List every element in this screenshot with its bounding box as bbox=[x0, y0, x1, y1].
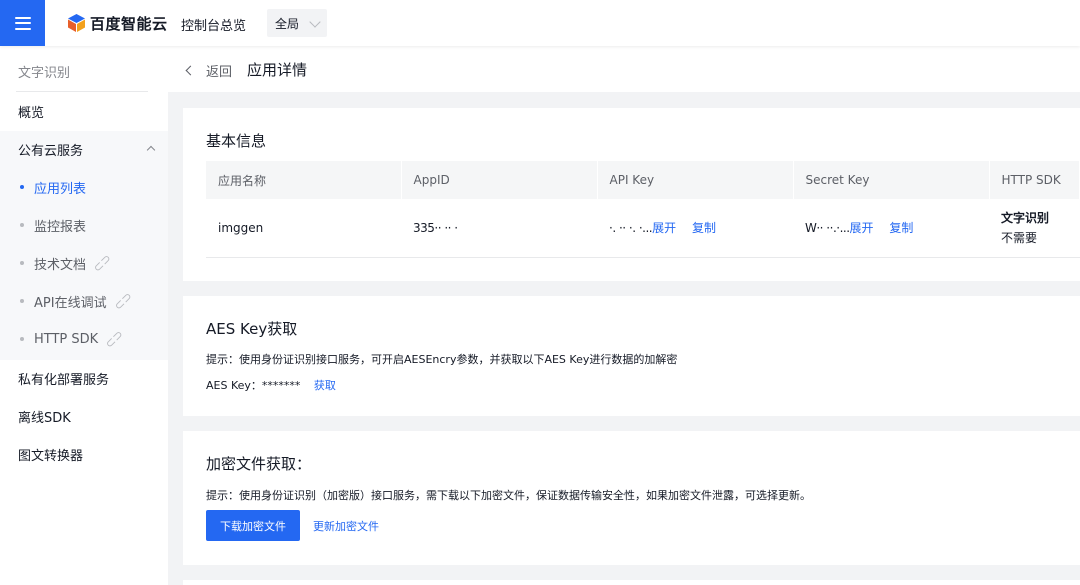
http-sdk-cell: 文字识别 不需要 bbox=[989, 199, 1080, 258]
aes-key-row: AES Key：******* 获取 bbox=[206, 377, 336, 393]
sdk-service-name: 文字识别 bbox=[1001, 211, 1050, 226]
column-header: API Key bbox=[597, 161, 794, 199]
back-label: 返回 bbox=[206, 65, 233, 80]
sidebar-item-label: 公有云服务 bbox=[18, 143, 84, 159]
encrypt-file-hint: 提示：使用身份证识别（加密版）接口服务，需下载以下加密文件，保证数据传输安全性，… bbox=[206, 489, 811, 502]
bullet-icon bbox=[20, 185, 24, 189]
sidebar-item-offline-sdk[interactable]: 离线SDK bbox=[0, 397, 168, 435]
bullet-icon bbox=[20, 337, 24, 341]
secretkey-copy-link[interactable]: 复制 bbox=[889, 221, 913, 235]
aes-key-value: AES Key：******* bbox=[206, 379, 301, 392]
sidebar-item-label: HTTP SDK bbox=[34, 331, 99, 347]
table-header-row: 应用名称 AppID API Key Secret Key HTTP SDK bbox=[206, 161, 1080, 199]
page-header: 返回 应用详情 bbox=[168, 46, 1080, 92]
page-title: 应用详情 bbox=[247, 61, 308, 79]
sidebar-item-label: 图文转换器 bbox=[18, 448, 84, 464]
sdk-requirement: 不需要 bbox=[1001, 231, 1038, 246]
app-table: 应用名称 AppID API Key Secret Key HTTP SDK i… bbox=[206, 161, 1080, 258]
download-encrypt-file-button[interactable]: 下载加密文件 bbox=[206, 510, 300, 541]
aes-key-get-link[interactable]: 获取 bbox=[314, 379, 336, 392]
aes-key-hint: 提示：使用身份证识别接口服务，可开启AESEncry参数，并获取以下AES Ke… bbox=[206, 353, 678, 366]
secretkey-cell: W·· ··.·...展开 复制 bbox=[793, 199, 989, 258]
sidebar-item-overview[interactable]: 概览 bbox=[0, 92, 168, 130]
sidebar-item-label: 监控报表 bbox=[34, 219, 87, 235]
aes-key-card: AES Key获取 提示：使用身份证识别接口服务，可开启AESEncry参数，并… bbox=[183, 296, 1080, 416]
sidebar-item-private-deploy[interactable]: 私有化部署服务 bbox=[0, 359, 168, 397]
sidebar-item-label: 应用列表 bbox=[34, 181, 87, 197]
region-value: 全局 bbox=[275, 16, 300, 31]
external-link-icon: ⊂⊃ bbox=[110, 288, 135, 314]
sidebar-item-api-debug[interactable]: API在线调试 ⊂⊃ bbox=[0, 282, 168, 320]
sidebar-item-public-cloud[interactable]: 公有云服务 bbox=[0, 130, 168, 168]
apikey-copy-link[interactable]: 复制 bbox=[692, 221, 716, 235]
encrypt-file-title: 加密文件获取： bbox=[206, 455, 312, 473]
chevron-up-icon bbox=[146, 145, 156, 155]
menu-button[interactable] bbox=[0, 0, 45, 46]
sidebar-item-label: 技术文档 bbox=[34, 257, 87, 273]
brand-logo[interactable]: 百度智能云 bbox=[68, 13, 168, 33]
secretkey-expand-link[interactable]: 展开 bbox=[850, 221, 874, 235]
back-button[interactable]: 返回 bbox=[184, 61, 232, 80]
sidebar-item-image-text-converter[interactable]: 图文转换器 bbox=[0, 435, 168, 473]
column-header: AppID bbox=[401, 161, 598, 199]
column-header: Secret Key bbox=[793, 161, 990, 199]
chevron-left-icon bbox=[185, 65, 196, 76]
column-header: HTTP SDK bbox=[989, 161, 1080, 199]
external-link-icon: ⊂⊃ bbox=[102, 326, 127, 352]
column-header: 应用名称 bbox=[206, 161, 402, 199]
bullet-icon bbox=[20, 223, 24, 227]
sidebar-item-label: API在线调试 bbox=[34, 295, 107, 311]
apikey-cell: ·. ·· ·. ·...展开 复制 bbox=[597, 199, 793, 258]
sidebar-item-app-list[interactable]: 应用列表 bbox=[0, 168, 168, 206]
sidebar-item-monitoring[interactable]: 监控报表 bbox=[0, 206, 168, 244]
apikey-value: ·. ·· ·. ·... bbox=[609, 221, 653, 236]
update-encrypt-file-link[interactable]: 更新加密文件 bbox=[313, 518, 379, 534]
brand-name: 百度智能云 bbox=[90, 14, 168, 33]
next-card-edge bbox=[183, 580, 1080, 585]
apikey-expand-link[interactable]: 展开 bbox=[652, 221, 676, 235]
encrypt-file-card: 加密文件获取： 提示：使用身份证识别（加密版）接口服务，需下载以下加密文件，保证… bbox=[183, 431, 1080, 565]
chevron-down-icon bbox=[309, 16, 321, 28]
baidu-cloud-logo-icon bbox=[68, 14, 85, 32]
sidebar-item-tech-docs[interactable]: 技术文档 ⊂⊃ bbox=[0, 244, 168, 282]
external-link-icon: ⊂⊃ bbox=[90, 250, 115, 276]
table-row: imggen 335·· ·· · ·. ·· ·. ·...展开 复制 W··… bbox=[206, 199, 1080, 258]
sidebar: 文字识别 概览 公有云服务 应用列表 监控报表 技术文档 ⊂⊃ API在线调试 … bbox=[0, 46, 168, 585]
sidebar-item-label: 离线SDK bbox=[18, 410, 71, 426]
basic-info-title: 基本信息 bbox=[206, 132, 267, 150]
appid-cell: 335·· ·· · bbox=[401, 199, 597, 258]
top-bar: 百度智能云 控制台总览 全局 bbox=[0, 0, 1080, 46]
secretkey-value: W·· ··.·... bbox=[805, 221, 850, 236]
region-select[interactable]: 全局 bbox=[267, 9, 327, 37]
app-name-cell: imggen bbox=[206, 199, 401, 258]
appid-value: 335·· ·· · bbox=[413, 220, 458, 235]
aes-key-title: AES Key获取 bbox=[206, 320, 298, 338]
bullet-icon bbox=[20, 299, 24, 303]
sidebar-title: 文字识别 bbox=[18, 66, 71, 81]
sidebar-item-label: 概览 bbox=[18, 105, 45, 121]
sidebar-item-label: 私有化部署服务 bbox=[18, 372, 110, 388]
console-overview-link[interactable]: 控制台总览 bbox=[181, 15, 246, 34]
hamburger-icon bbox=[14, 16, 31, 30]
basic-info-card: 基本信息 应用名称 AppID API Key Secret Key HTTP … bbox=[183, 108, 1080, 281]
bullet-icon bbox=[20, 261, 24, 265]
sidebar-item-http-sdk[interactable]: HTTP SDK ⊂⊃ bbox=[0, 320, 168, 358]
